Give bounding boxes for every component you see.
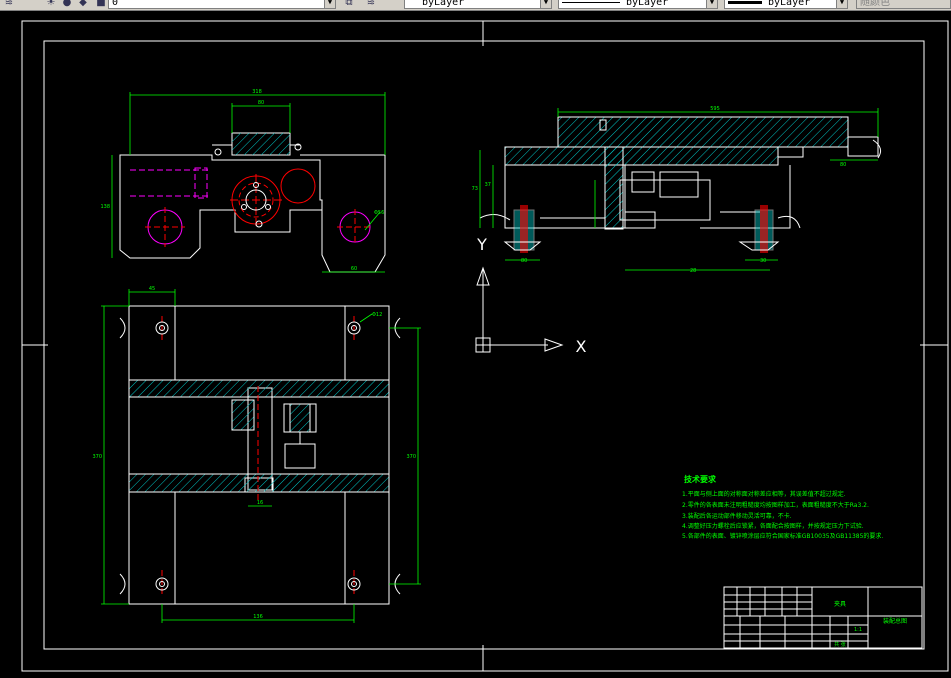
layer-state-icon[interactable]: ☀ bbox=[44, 0, 58, 9]
notes-line-1: 1.平面与侧上面的对称面对称差应相等，其误差值不超过规定. bbox=[682, 491, 846, 498]
layer-color-icon[interactable]: ■ bbox=[94, 0, 108, 9]
dim-plan-bottom: 136 bbox=[253, 614, 263, 620]
dim-top-bottom: 60 bbox=[351, 266, 357, 272]
dim-side-bottom-right: 30 bbox=[760, 258, 766, 264]
notes-line-3: 3.装配后各运动部件移动灵活可靠，不卡. bbox=[682, 513, 792, 520]
layer-dropdown-value: 0 bbox=[112, 0, 119, 8]
linetype-swatch bbox=[562, 1, 620, 3]
dim-side-h2: 37 bbox=[485, 182, 491, 188]
top-view: 318 80 138 60 Φ56 bbox=[100, 89, 386, 273]
chevron-down-icon[interactable]: ▼ bbox=[540, 0, 551, 8]
chevron-down-icon[interactable]: ▼ bbox=[706, 0, 717, 8]
title-block-drawing: 装配总图 bbox=[883, 617, 907, 625]
linetype-dropdown-value: byLayer bbox=[626, 0, 669, 8]
linetype-dropdown[interactable]: byLayer ▼ bbox=[558, 0, 718, 9]
ucs-y-label: Y bbox=[476, 235, 487, 254]
color-dropdown[interactable]: byLayer ▼ bbox=[404, 0, 552, 9]
dim-side-h1: 73 bbox=[472, 186, 478, 192]
plotstyle-dropdown[interactable]: 随颜色 bbox=[856, 0, 951, 9]
dim-plan-top: 45 bbox=[149, 286, 155, 292]
dim-top-inner: 80 bbox=[258, 100, 264, 106]
lineweight-dropdown-value: byLayer bbox=[768, 0, 811, 8]
notes-line-5: 5.各部件的表面、镀锌喷涂层应符合国家标准GB10035及GB11385的要求. bbox=[682, 533, 884, 540]
dim-side-right: 80 bbox=[840, 162, 846, 168]
make-layer-current-icon[interactable]: ⧉ bbox=[342, 0, 356, 9]
drawing-canvas[interactable]: 318 80 138 60 Φ56 595 73 37 80 80 28 30 … bbox=[0, 11, 951, 678]
properties-toolbar: ≋ ☀ ● ◆ ■ 0 ▼ ⧉ ≋ byLayer ▼ byLayer ▼ by… bbox=[0, 0, 951, 11]
plan-view: 45 370 370 136 16 Φ12 bbox=[92, 286, 421, 623]
dim-plan-hole: Φ12 bbox=[372, 312, 382, 318]
lineweight-dropdown[interactable]: byLayer ▼ bbox=[724, 0, 848, 9]
title-block-sheet: 共 张 bbox=[834, 641, 846, 648]
notes-line-4: 4.调整好压力螺栓后应锁紧，各面配合按图样，并按规定压力下试验. bbox=[682, 523, 864, 530]
dim-side-bottom-mid: 28 bbox=[690, 268, 696, 274]
lineweight-swatch bbox=[728, 0, 762, 4]
layer-manager-icon[interactable]: ≋ bbox=[2, 0, 16, 9]
dim-side-length: 595 bbox=[710, 106, 720, 112]
title-block-scale: 1:1 bbox=[854, 627, 862, 633]
ucs-x-label: X bbox=[576, 337, 587, 356]
dim-top-height: 138 bbox=[100, 204, 110, 210]
side-view: 595 73 37 80 80 28 30 bbox=[472, 106, 882, 274]
dim-top-width: 318 bbox=[252, 89, 262, 95]
color-dropdown-value: byLayer bbox=[422, 0, 465, 8]
dim-side-bottom-left: 80 bbox=[521, 258, 527, 264]
notes-line-2: 2.零件的各表面未注明粗糙度均按图样加工，表面粗糙度不大于Ra3.2. bbox=[682, 502, 869, 509]
layer-dropdown[interactable]: 0 ▼ bbox=[108, 0, 336, 9]
title-block-name: 夹具 bbox=[834, 600, 846, 608]
notes-title: 技术要求 bbox=[684, 475, 716, 484]
ucs-icon bbox=[475, 266, 564, 353]
layer-previous-icon[interactable]: ≋ bbox=[364, 0, 378, 9]
dim-plan-height: 370 bbox=[92, 454, 102, 460]
chevron-down-icon[interactable]: ▼ bbox=[836, 0, 847, 8]
layer-lock-icon[interactable]: ◆ bbox=[76, 0, 90, 9]
dim-plan-right: 370 bbox=[406, 454, 416, 460]
plotstyle-dropdown-value: 随颜色 bbox=[860, 0, 890, 8]
dim-top-dia: Φ56 bbox=[374, 210, 384, 216]
layer-freeze-icon[interactable]: ● bbox=[60, 0, 74, 9]
chevron-down-icon[interactable]: ▼ bbox=[324, 0, 335, 8]
dim-plan-slot: 16 bbox=[257, 500, 263, 506]
